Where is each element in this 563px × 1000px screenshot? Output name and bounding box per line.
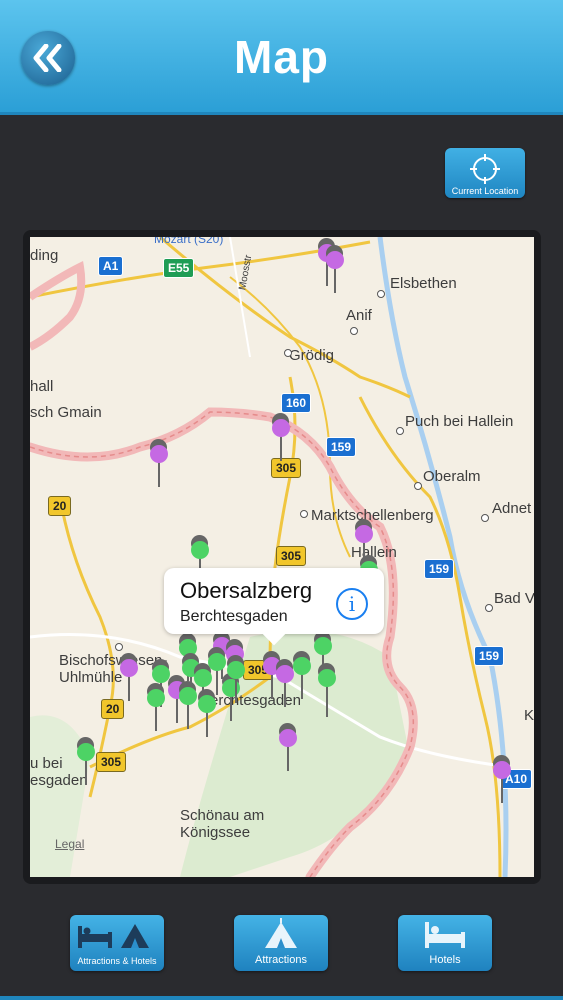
road-shield: 159	[326, 437, 357, 457]
map-pin-green[interactable]	[179, 681, 197, 729]
road-shield: 305	[276, 546, 307, 566]
bed-and-tent-icon	[78, 924, 149, 948]
attractions-hotels-button[interactable]: Attractions & Hotels	[70, 915, 164, 971]
place-label: hall	[30, 378, 54, 395]
legal-link[interactable]: Legal	[55, 837, 84, 851]
place-label: Marktschellenberg	[311, 507, 434, 524]
place-label: Mozart (S20)	[154, 237, 224, 246]
place-label: Schönau am	[180, 807, 265, 824]
place-label: Puch bei Hallein	[405, 413, 514, 430]
town-dot	[284, 349, 292, 357]
map-pin-green[interactable]	[147, 683, 165, 731]
map-pin-purple[interactable]	[168, 675, 186, 723]
map-pin-green[interactable]	[208, 647, 226, 695]
attractions-hotels-label: Attractions & Hotels	[77, 956, 157, 966]
road-shield: 160	[281, 393, 312, 413]
road-shield: 159	[474, 646, 505, 666]
map-pin-green[interactable]	[293, 651, 311, 699]
map-pin-purple[interactable]	[326, 245, 344, 293]
place-label: Oberalm	[423, 468, 481, 485]
map-pin-purple[interactable]	[263, 651, 281, 699]
map-pin-purple[interactable]	[150, 439, 168, 487]
place-label: Grödig	[289, 347, 335, 364]
town-dot	[377, 290, 385, 298]
map-pin-purple[interactable]	[120, 653, 138, 701]
page-title: Map	[234, 31, 329, 83]
town-dot	[481, 514, 489, 522]
place-label: esgaden	[30, 772, 88, 789]
place-label: Adnet	[492, 500, 532, 517]
crosshair-icon	[470, 154, 500, 184]
map-pin-green[interactable]	[318, 663, 336, 717]
map-pin-purple[interactable]	[272, 413, 290, 461]
town-dot	[115, 643, 123, 651]
place-label: Königssee	[180, 824, 251, 841]
map-pin-green[interactable]	[77, 737, 95, 785]
hotels-label: Hotels	[429, 954, 461, 966]
current-location-button[interactable]: Current Location	[445, 148, 525, 198]
place-label: Elsbethen	[390, 275, 457, 292]
road-shield: 305	[96, 752, 127, 772]
town-dot	[300, 510, 308, 518]
road-shield: 159	[424, 559, 455, 579]
place-label: u bei	[30, 755, 63, 772]
place-label: K	[524, 707, 534, 724]
attractions-button[interactable]: Attractions	[234, 915, 328, 971]
town-dot	[485, 604, 493, 612]
tent-icon	[265, 918, 297, 948]
town-dot	[414, 482, 422, 490]
map-callout[interactable]: Obersalzberg Berchtesgaden i	[164, 568, 384, 646]
map-pin-green[interactable]	[227, 655, 245, 703]
place-label: Anif	[346, 307, 372, 324]
current-location-label: Current Location	[451, 186, 519, 196]
hotels-button[interactable]: Hotels	[398, 915, 492, 971]
town-dot	[396, 427, 404, 435]
map-pin-green[interactable]	[222, 673, 240, 721]
map-pin-purple[interactable]	[493, 755, 511, 803]
place-label: Bad V	[494, 590, 534, 607]
map-pin-purple[interactable]	[279, 723, 297, 771]
road-shield: 20	[101, 699, 125, 719]
town-dot	[350, 327, 358, 335]
nav-bar: Map	[0, 0, 563, 115]
road-shield: 305	[271, 458, 302, 478]
road-shield: A1	[98, 256, 124, 276]
bed-icon	[425, 922, 465, 948]
footer-accent-line	[0, 996, 563, 1000]
map-pin-green[interactable]	[198, 689, 216, 737]
map-view[interactable]: Elsbethen Anif Grödig hall sch Gmain Puc…	[30, 237, 534, 877]
attractions-label: Attractions	[255, 954, 307, 966]
road-shield: E55	[163, 258, 195, 278]
callout-title: Obersalzberg	[180, 578, 313, 603]
place-label: sch Gmain	[30, 404, 102, 421]
road-shield: 20	[48, 496, 72, 516]
place-label: Uhlmühle	[59, 669, 123, 686]
callout-subtitle: Berchtesgaden	[180, 608, 288, 625]
place-label: ding	[30, 247, 59, 264]
info-icon[interactable]: i	[336, 588, 368, 620]
map-pin-purple[interactable]	[276, 659, 294, 707]
